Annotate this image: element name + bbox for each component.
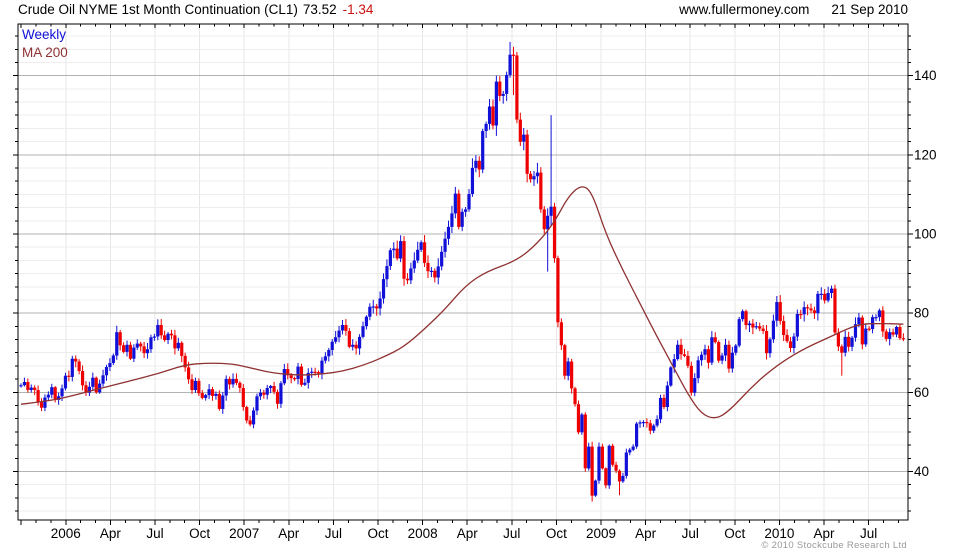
price-chart: 40 60 80 100 120 140 2006 Apr Jul Oct 2007 Apr Jul Oc… [0,0,980,560]
chart-title: Crude Oil NYME 1st Month Continuation (C… [18,2,298,17]
y-axis-label: 80 [914,306,929,321]
y-axis-label: 100 [914,227,937,242]
legend-weekly-label: Weekly [22,27,67,42]
x-axis-label: Jul [325,526,342,541]
x-axis-label: Jul [503,526,520,541]
x-axis-label: Apr [457,526,479,541]
x-axis-label: Apr [813,526,835,541]
x-axis-label: Jul [682,526,699,541]
y-axis-label: 60 [914,385,929,400]
x-axis-label: 2006 [51,526,81,541]
x-axis-label: 2010 [764,526,794,541]
x-axis-labels: 2006 Apr Jul Oct 2007 Apr Jul Oct 2008 Apr Jul Oct 2… [51,526,877,541]
titlebar-right: www.fullermoney.com 21 Sep 2010 [657,2,908,17]
website-text: www.fullermoney.com [679,2,810,17]
copyright-text: © 2010 Stockcube Research Ltd [761,540,907,551]
x-axis-label: Oct [546,526,567,541]
titlebar: Crude Oil NYME 1st Month Continuation (C… [18,2,373,17]
legend-ma200-label: MA 200 [22,45,68,60]
x-axis-label: Oct [724,526,745,541]
x-axis-label: Jul [146,526,163,541]
price-change: -1.34 [342,2,374,17]
x-axis-label: Apr [100,526,122,541]
y-axis-label: 120 [914,147,937,162]
x-axis-label: Oct [367,526,388,541]
gridlines [18,24,908,520]
x-axis-label: 2009 [586,526,616,541]
candles [19,41,905,502]
x-axis-label: 2008 [408,526,438,541]
last-price: 73.52 [302,2,337,17]
x-axis-label: 2007 [229,526,259,541]
chart-svg: 40 60 80 100 120 140 2006 Apr Jul Oct 2007 Apr Jul Oc… [13,23,937,541]
x-axis-label: Apr [635,526,657,541]
x-axis-label: Jul [860,526,877,541]
date-text: 21 Sep 2010 [831,2,908,17]
y-axis-label: 40 [914,464,929,479]
chart-legend: Weekly MA 200 [22,26,68,62]
y-axis-label: 140 [914,68,937,83]
chart-page: 40 60 80 100 120 140 2006 Apr Jul Oct 2007 Apr Jul Oc… [0,0,980,560]
axis-ticks [13,24,913,525]
x-axis-label: Oct [189,526,210,541]
y-axis-labels: 40 60 80 100 120 140 [914,68,937,479]
x-axis-label: Apr [278,526,300,541]
